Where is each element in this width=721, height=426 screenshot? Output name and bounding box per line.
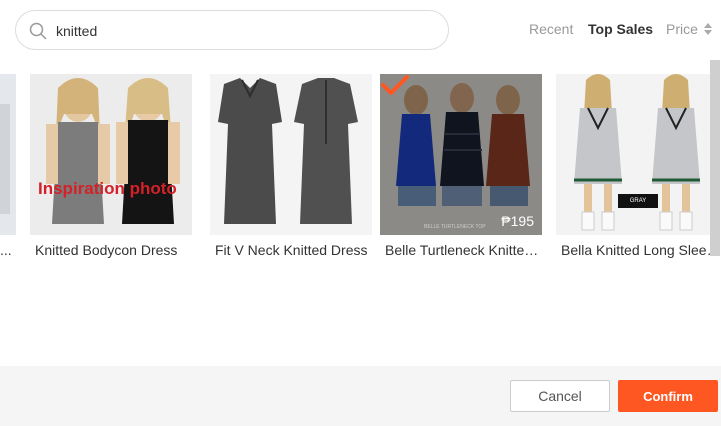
product-name: Belle Turtleneck Knitted Top xyxy=(385,242,545,258)
color-tag: GRAY xyxy=(618,194,658,208)
dialog-footer xyxy=(0,366,721,426)
sort-arrows-icon[interactable] xyxy=(704,23,712,35)
product-image: GRAY xyxy=(556,74,718,235)
search-icon xyxy=(29,22,47,40)
product-card-selected[interactable]: BELLE TURTLENECK TOP ₱195 Belle Turtlene… xyxy=(380,74,545,258)
price-label: ₱195 xyxy=(501,213,534,229)
inspiration-watermark: Inspiration photo xyxy=(38,179,177,198)
product-image xyxy=(210,74,372,235)
search-bar[interactable] xyxy=(15,10,449,50)
confirm-button[interactable]: Confirm xyxy=(618,380,718,412)
check-icon xyxy=(381,75,409,95)
product-name: Knitted Bodycon Dress xyxy=(35,242,178,258)
cancel-button[interactable]: Cancel xyxy=(510,380,610,412)
sort-top-sales[interactable]: Top Sales xyxy=(588,21,653,37)
product-image: Inspiration photo xyxy=(30,74,192,235)
product-name: Fit V Neck Knitted Dress xyxy=(215,242,368,258)
image-caption: BELLE TURTLENECK TOP xyxy=(424,224,486,230)
scrollbar[interactable] xyxy=(710,60,720,256)
product-picker-dialog: Recent Top Sales Price ... xyxy=(0,0,721,426)
product-image: BELLE TURTLENECK TOP ₱195 xyxy=(380,74,542,235)
product-name: Bella Knitted Long Sleeve Dress xyxy=(561,242,721,258)
product-card[interactable]: Fit V Neck Knitted Dress xyxy=(210,74,372,258)
sort-price[interactable]: Price xyxy=(666,21,698,37)
product-card[interactable]: Inspiration photo Knitted Bodycon Dress xyxy=(30,74,192,258)
product-image xyxy=(0,74,16,235)
product-name: ... xyxy=(0,242,12,258)
sort-recent[interactable]: Recent xyxy=(529,21,573,37)
product-card-partial[interactable] xyxy=(0,74,16,235)
search-input[interactable] xyxy=(56,19,426,43)
product-card[interactable]: GRAY Bella Knitted Long Sleeve Dress xyxy=(556,74,721,258)
